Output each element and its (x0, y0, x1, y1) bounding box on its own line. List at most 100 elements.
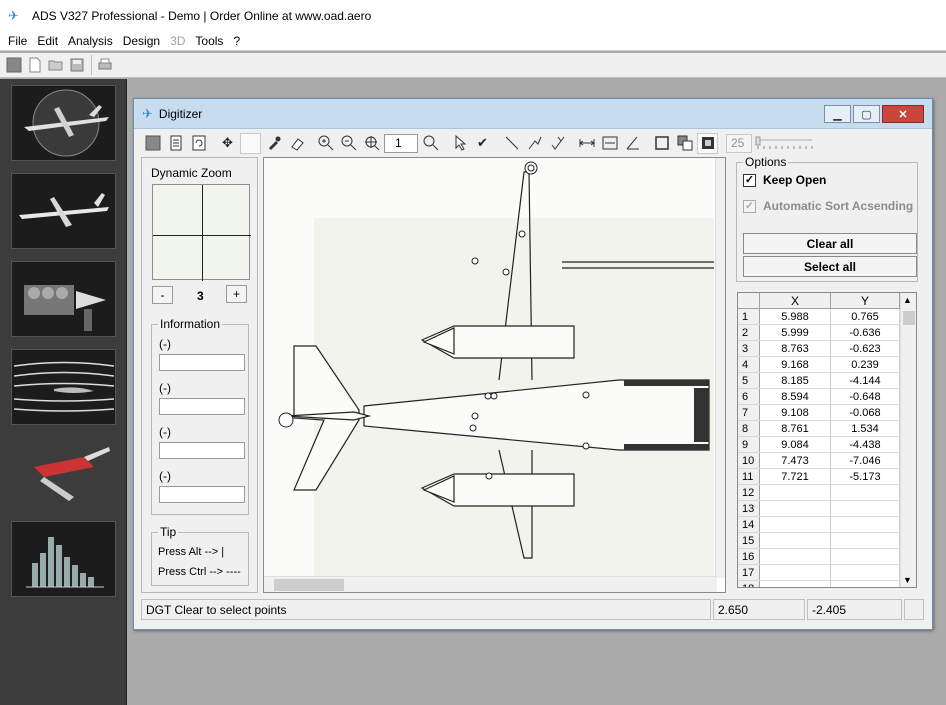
line-tool-icon[interactable] (501, 133, 522, 154)
cell-x[interactable]: 9.084 (760, 437, 831, 452)
table-row[interactable]: 2 5.999 -0.636 (738, 325, 900, 341)
cell-y[interactable]: -4.438 (831, 437, 900, 452)
table-row[interactable]: 4 9.168 0.239 (738, 357, 900, 373)
grid-col-y[interactable]: Y (831, 293, 900, 308)
page-field[interactable]: 1 (384, 133, 418, 153)
zoom-plus-button[interactable]: + (226, 285, 247, 303)
points-grid[interactable]: X Y 1 5.988 0.765 2 5.999 -0.636 3 8.763 -0.623 4… (737, 292, 917, 588)
table-row[interactable]: 11 7.721 -5.173 (738, 469, 900, 485)
cell-y[interactable]: 0.239 (831, 357, 900, 372)
overlap-icon[interactable] (674, 133, 695, 154)
cell-x[interactable] (760, 581, 831, 587)
table-row[interactable]: 12 (738, 485, 900, 501)
cell-y[interactable]: -7.046 (831, 453, 900, 468)
menu-analysis[interactable]: Analysis (63, 34, 118, 48)
resize-grip-icon[interactable] (904, 599, 924, 620)
menu-file[interactable]: File (3, 34, 32, 48)
cell-x[interactable] (760, 533, 831, 548)
color-swatch[interactable] (240, 132, 261, 154)
table-row[interactable]: 15 (738, 533, 900, 549)
cell-y[interactable] (831, 517, 900, 532)
table-row[interactable]: 7 9.108 -0.068 (738, 405, 900, 421)
cell-y[interactable]: -0.648 (831, 389, 900, 404)
canvas-horizontal-scrollbar[interactable] (264, 576, 717, 592)
angle-tool-icon[interactable] (622, 133, 643, 154)
zoom-minus-button[interactable]: - (152, 286, 173, 304)
refresh-icon[interactable] (188, 133, 209, 154)
cell-x[interactable]: 7.721 (760, 469, 831, 484)
table-row[interactable]: 5 8.185 -4.144 (738, 373, 900, 389)
cell-y[interactable]: 1.534 (831, 421, 900, 436)
table-row[interactable]: 18 (738, 581, 900, 587)
rectangle-icon[interactable] (651, 133, 672, 154)
cell-x[interactable] (760, 501, 831, 516)
threshold-slider[interactable] (754, 136, 814, 150)
cell-y[interactable]: -4.144 (831, 373, 900, 388)
cell-y[interactable] (831, 533, 900, 548)
cell-x[interactable]: 5.988 (760, 309, 831, 324)
table-row[interactable]: 8 8.761 1.534 (738, 421, 900, 437)
select-all-button[interactable]: Select all (743, 256, 917, 277)
table-row[interactable]: 3 8.763 -0.623 (738, 341, 900, 357)
minimize-button[interactable]: ▁ (824, 105, 851, 123)
chart-3d-thumbnail[interactable] (11, 521, 116, 597)
aircraft-photo-thumbnail[interactable] (11, 85, 116, 161)
maximize-button[interactable]: ▢ (853, 105, 880, 123)
table-row[interactable]: 1 5.988 0.765 (738, 309, 900, 325)
cell-x[interactable]: 7.473 (760, 453, 831, 468)
eyedropper-icon[interactable] (263, 133, 284, 154)
menu-tools[interactable]: Tools (190, 34, 228, 48)
frame-measure-icon[interactable] (599, 133, 620, 154)
table-row[interactable]: 13 (738, 501, 900, 517)
scroll-down-icon[interactable]: ▼ (903, 575, 912, 585)
cell-y[interactable]: -0.623 (831, 341, 900, 356)
aircraft-model-thumbnail[interactable] (11, 173, 116, 249)
pointer-icon[interactable] (449, 133, 470, 154)
print-icon[interactable] (95, 55, 115, 75)
table-row[interactable]: 14 (738, 517, 900, 533)
cell-y[interactable]: -0.636 (831, 325, 900, 340)
grid-vertical-scrollbar[interactable]: ▲ ▼ (900, 293, 916, 587)
menu-help[interactable]: ? (228, 34, 245, 48)
zoom-fit-icon[interactable] (361, 133, 382, 154)
canvas-vertical-scrollbar[interactable] (715, 158, 725, 578)
menu-design[interactable]: Design (118, 34, 165, 48)
fill-icon[interactable] (697, 132, 718, 154)
info-field-3[interactable] (159, 442, 245, 459)
document-icon[interactable] (165, 133, 186, 154)
cell-y[interactable] (831, 501, 900, 516)
new-file-icon[interactable] (25, 55, 45, 75)
cell-x[interactable] (760, 517, 831, 532)
cell-y[interactable]: 0.765 (831, 309, 900, 324)
cell-x[interactable] (760, 549, 831, 564)
cell-y[interactable]: -5.173 (831, 469, 900, 484)
clear-all-button[interactable]: Clear all (743, 233, 917, 254)
eraser-icon[interactable] (286, 133, 307, 154)
keep-open-checkbox[interactable]: ✓ Keep Open (743, 173, 826, 187)
table-row[interactable]: 6 8.594 -0.648 (738, 389, 900, 405)
table-row[interactable]: 9 9.084 -4.438 (738, 437, 900, 453)
digitizer-titlebar[interactable]: ✈ Digitizer ▁ ▢ ✕ (134, 99, 932, 129)
cell-x[interactable]: 8.185 (760, 373, 831, 388)
polyline-tool-icon[interactable] (524, 133, 545, 154)
horizontal-measure-icon[interactable] (576, 133, 597, 154)
grid-col-x[interactable]: X (760, 293, 831, 308)
search-icon[interactable] (420, 133, 441, 154)
cell-x[interactable]: 8.761 (760, 421, 831, 436)
cell-x[interactable]: 9.168 (760, 357, 831, 372)
info-field-1[interactable] (159, 354, 245, 371)
square-icon[interactable] (4, 55, 24, 75)
cell-x[interactable] (760, 485, 831, 500)
table-row[interactable]: 17 (738, 565, 900, 581)
curve-check-icon[interactable] (547, 133, 568, 154)
scroll-thumb[interactable] (903, 311, 915, 325)
close-button[interactable]: ✕ (882, 105, 924, 123)
info-field-2[interactable] (159, 398, 245, 415)
table-row[interactable]: 16 (738, 549, 900, 565)
cell-x[interactable] (760, 565, 831, 580)
move-icon[interactable]: ✥ (217, 133, 238, 154)
menu-edit[interactable]: Edit (32, 34, 63, 48)
cell-y[interactable] (831, 485, 900, 500)
aircraft-drawing[interactable] (264, 158, 716, 578)
cell-x[interactable]: 8.763 (760, 341, 831, 356)
